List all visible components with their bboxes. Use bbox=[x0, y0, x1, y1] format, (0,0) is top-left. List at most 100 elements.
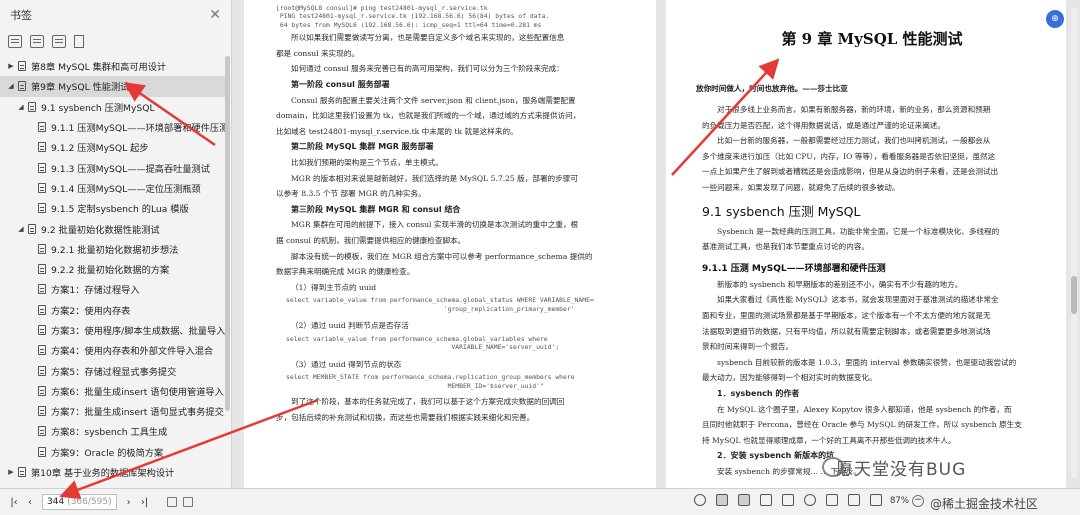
bookmark-doc-icon bbox=[38, 304, 46, 315]
paragraph-line: 持 MySQL 也就显得顺理成章，一个好的工具离不开那些低调的技术牛人。 bbox=[702, 435, 956, 445]
book-view-icon[interactable] bbox=[782, 494, 794, 506]
prev-page-button[interactable]: ‹ bbox=[22, 497, 38, 508]
toc-item[interactable]: 方案5：存储过程显式事务提交 bbox=[0, 360, 226, 380]
close-icon[interactable]: ✕ bbox=[209, 7, 221, 23]
expand-triangle-icon[interactable]: ◢ bbox=[16, 103, 26, 111]
toc-item-label: 方案6：批量生成insert 语句使用管道导入 bbox=[51, 386, 224, 398]
intro-text: 对于很多线上业务而言，如果有新服务器，新的环境，新的业务，那么资源和预期 的负载压… bbox=[702, 102, 1046, 196]
toc-item-label: 9.1.1 压测MySQL——环境部署和硬件压测 bbox=[51, 123, 226, 135]
stage-heading: 第一阶段 consul 服务部署 bbox=[291, 80, 390, 89]
toc-item-label: 9.1.2 压测MySQL 起步 bbox=[51, 143, 149, 155]
ping-code-block: [root@MySQL8 consul]# ping test24801-mys… bbox=[276, 4, 550, 29]
step3-text: （3）通过 uuid 得到节点的状态 bbox=[291, 359, 402, 369]
toc-item[interactable]: ◢ 第9章 MySQL 性能测试 bbox=[0, 76, 226, 97]
bookmark-doc-icon bbox=[38, 446, 46, 457]
fit-width-icon[interactable] bbox=[182, 497, 193, 507]
expand-triangle-icon[interactable]: ▶ bbox=[6, 468, 16, 476]
toc-item[interactable]: 方案4：使用内存表和外部文件导入混合 bbox=[0, 340, 226, 360]
toc-item[interactable]: 9.1.4 压测MySQL——定位压测瓶颈 bbox=[0, 178, 226, 198]
toc-item[interactable]: 方案3：使用程序/脚本生成数据、批量导入 bbox=[0, 320, 226, 340]
collapse-all-icon[interactable] bbox=[30, 34, 44, 48]
add-bookmark-icon[interactable] bbox=[52, 34, 66, 48]
paragraph-line: 面和专业，里面的测试场景都是基于早期版本，这个版本有一个不太方便的地方就是无 bbox=[702, 310, 991, 320]
two-page-icon[interactable] bbox=[738, 494, 750, 506]
sidebar-scrollbar[interactable] bbox=[225, 56, 230, 411]
toc-item[interactable]: 方案8：sysbench 工具生成 bbox=[0, 421, 226, 441]
translate-float-button[interactable]: ⊕ bbox=[1046, 10, 1064, 28]
toc-item-label: 9.2.1 批量初始化数据初步想法 bbox=[51, 244, 179, 256]
bookmark-doc-icon bbox=[38, 142, 46, 153]
fit-page-icon[interactable] bbox=[166, 497, 177, 507]
next-page-button[interactable]: › bbox=[121, 497, 137, 508]
toc-item[interactable]: ▶ 第8章 MySQL 集群和高可用设计 bbox=[0, 56, 226, 76]
single-page-icon[interactable] bbox=[716, 494, 728, 506]
eye-icon[interactable] bbox=[694, 494, 706, 506]
paragraph-line: 以参考 8.3.5 个节 部署 MGR 的几种实务。 bbox=[276, 189, 426, 199]
bookmark-doc-icon bbox=[38, 385, 46, 396]
stage-heading: 第三阶段 MySQL 集群 MGR 和 consul 结合 bbox=[291, 204, 461, 214]
page-number-input[interactable]: 344 (366/595) bbox=[42, 494, 117, 510]
bookmark-doc-icon bbox=[38, 122, 46, 133]
toc-item[interactable]: 方案7：批量生成insert 语句显式事务提交 bbox=[0, 401, 226, 421]
bookmark-doc-icon bbox=[28, 223, 36, 234]
toc-item[interactable]: 9.1.1 压测MySQL——环境部署和硬件压测 bbox=[0, 117, 226, 137]
toc-item-label: 第10章 基于业务的数据库架构设计 bbox=[31, 468, 175, 480]
bookmark-doc-icon bbox=[18, 467, 26, 478]
toc-item[interactable]: 9.1.5 定制sysbench 的Lua 模版 bbox=[0, 198, 226, 218]
toc-item[interactable]: 方案9：Oracle 的极简方案 bbox=[0, 442, 226, 462]
paragraph-line: （1）得到主节点的 uuid bbox=[291, 282, 377, 292]
toc-item[interactable]: 9.2.2 批量初始化数据的方案 bbox=[0, 259, 226, 279]
expand-triangle-icon[interactable]: ◢ bbox=[16, 225, 26, 233]
section-heading: 9.1 sysbench 压测 MySQL bbox=[702, 203, 861, 219]
toc-item-label: 9.1 sysbench 压测MySQL bbox=[41, 102, 155, 114]
toc-item[interactable]: ◢ 9.2 批量初始化数据性能测试 bbox=[0, 218, 226, 238]
last-page-button[interactable]: ›| bbox=[137, 497, 153, 508]
expand-triangle-icon[interactable]: ▶ bbox=[6, 62, 16, 70]
toc-item-label: 方案5：存储过程显式事务提交 bbox=[51, 366, 177, 378]
subsection-heading: 9.1.1 压测 MySQL——环境部署和硬件压测 bbox=[702, 263, 886, 274]
author-heading: 1．sysbench 的作者 bbox=[717, 388, 800, 398]
play-icon[interactable] bbox=[804, 494, 816, 506]
bookmark-doc-icon bbox=[38, 325, 46, 335]
toc-item[interactable]: 9.2.1 批量初始化数据初步想法 bbox=[0, 239, 226, 259]
expand-all-icon[interactable] bbox=[8, 34, 22, 48]
fullscreen-icon[interactable] bbox=[870, 494, 882, 506]
paragraph-line: MGR 的版本相对来说是越新越好，我们选择的是 MySQL 5.7.25 版，部… bbox=[291, 173, 578, 183]
paragraph-line: 对于很多线上业务而言，如果有新服务器，新的环境，新的业务，那么资源和预期 bbox=[717, 105, 991, 114]
toc-item[interactable]: 方案2：使用内存表 bbox=[0, 300, 226, 320]
sidebar-header: 书签 ✕ bbox=[0, 0, 231, 30]
paragraph-line: Sysbench 是一款经典的压测工具，功能非常全面，它是一个标准模块化、多线程… bbox=[717, 226, 1000, 236]
sql-code-2: select variable_value from performance_s… bbox=[286, 334, 560, 352]
sidebar-toolbar bbox=[0, 30, 231, 52]
right-page: 第 9 章 MySQL 性能测试 放你时间做人，时间也放弃他。——莎士比亚 对于… bbox=[666, 0, 1066, 488]
toc-item[interactable]: ◢ 9.1 sysbench 压测MySQL bbox=[0, 97, 226, 117]
bookmark-icon[interactable] bbox=[74, 34, 84, 48]
expand-triangle-icon[interactable]: ◢ bbox=[6, 82, 16, 90]
toc-item[interactable]: 方案1：存储过程导入 bbox=[0, 279, 226, 299]
view-mode-group bbox=[694, 494, 882, 506]
toc-item[interactable]: 9.1.3 压测MySQL——提高吞吐量测试 bbox=[0, 157, 226, 177]
toc-item[interactable]: 9.1.2 压测MySQL 起步 bbox=[0, 137, 226, 157]
first-page-button[interactable]: |‹ bbox=[6, 497, 22, 508]
watermark-label: 愿天堂没有BUG bbox=[836, 460, 967, 480]
toc-item[interactable]: ▶ 第10章 基于业务的数据库架构设计 bbox=[0, 462, 226, 482]
paragraph-line: 数据字典来明确完成 MGR 的健康检查。 bbox=[276, 267, 415, 277]
zoom-out-button[interactable]: − bbox=[912, 495, 924, 507]
toc-item[interactable]: 方案6：批量生成insert 语句使用管道导入 bbox=[0, 381, 226, 401]
bookmark-doc-icon bbox=[38, 426, 46, 437]
section-text: Sysbench 是一款经典的压测工具，功能非常全面，它是一个标准模块化、多线程… bbox=[702, 224, 1046, 255]
zoom-level[interactable]: 87% bbox=[890, 496, 909, 506]
paragraph-line: 一点上如果产生了解到或者糟糕还是会造成影响，但是从身边的例子来看，还是会测试出 bbox=[702, 167, 999, 177]
document-scrollbar[interactable] bbox=[1071, 8, 1077, 478]
toc-item-label: 方案2：使用内存表 bbox=[51, 305, 131, 317]
paragraph-line: domain，比如这里我们设置为 tk，也就是我们所域的一个域，通过域的方式来提… bbox=[276, 111, 581, 121]
paragraph-line: 所以如果我们需要做读写分离，也是需要自定义多个域名来实现的，这些配置信息 bbox=[291, 33, 565, 43]
toc-item-label: 方案4：使用内存表和外部文件导入混合 bbox=[51, 346, 214, 358]
grid-view-icon[interactable] bbox=[826, 494, 838, 506]
continuous-icon[interactable] bbox=[760, 494, 772, 506]
scrollbar-thumb[interactable] bbox=[1071, 276, 1077, 314]
rotate-icon[interactable] bbox=[848, 494, 860, 506]
paragraph-line: 如何通过 consul 服务来完善已有的高可用架构，我们可以分为三个阶段来完成： bbox=[291, 64, 564, 74]
paragraph-line: 脚本没有统一的模板，我们在 MGR 组合方案中可以参考 performance_… bbox=[291, 251, 593, 261]
toc-item-label: 方案9：Oracle 的极简方案 bbox=[51, 447, 164, 459]
